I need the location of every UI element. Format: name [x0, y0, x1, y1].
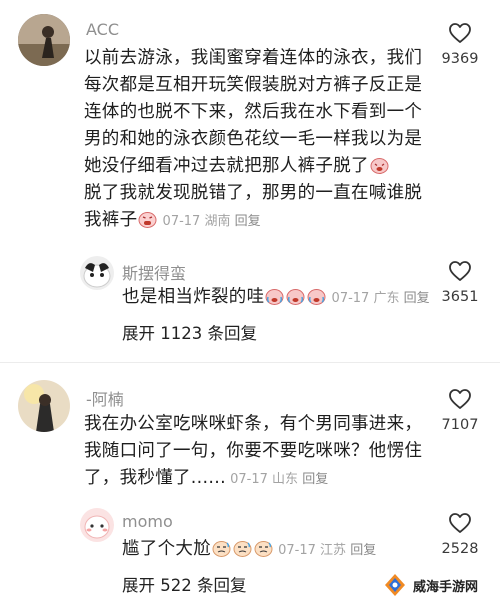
- comment-line: 我裤子 07-17 湖南 回复: [84, 207, 444, 235]
- reply-button[interactable]: 回复: [235, 214, 261, 229]
- like-count: 3651: [441, 289, 479, 305]
- like-button[interactable]: 3651: [432, 260, 488, 305]
- comment-line: 每次都是互相开玩笑假装脱对方裤子反正是: [84, 75, 423, 95]
- comment-line: 连体的也脱不下来，然后我在水下看到一个: [84, 102, 423, 122]
- comment-line: 男的和她的泳衣颜色花纹一毛一样我以为是: [84, 129, 423, 149]
- reply-body: 尴了个大尬 07-17 江苏 回复: [122, 536, 442, 564]
- reply-button[interactable]: 回复: [302, 472, 328, 487]
- avatar[interactable]: [18, 14, 70, 66]
- comment-body: 我在办公室吃咪咪虾条，有个男同事进来， 我随口问了一句，你要不要吃咪咪？他愣住 …: [84, 411, 444, 493]
- comment-meta: 07-17 湖南 回复: [158, 214, 261, 229]
- comment-line: 以前去游泳，我闺蜜穿着连体的泳衣，我们: [84, 48, 423, 68]
- comment-line-text: 了，我秒懂了......: [84, 468, 226, 488]
- comment-date-location: 07-17 山东: [230, 472, 299, 487]
- comment-line-text: 我裤子: [84, 210, 138, 230]
- comment-line: 了，我秒懂了...... 07-17 山东 回复: [84, 465, 444, 493]
- comment-username[interactable]: -阿楠: [86, 386, 124, 410]
- comment-body: 以前去游泳，我闺蜜穿着连体的泳衣，我们 每次都是互相开玩笑假装脱对方裤子反正是 …: [84, 45, 444, 235]
- comment-line: 我随口问了一句，你要不要吃咪咪？他愣住: [84, 441, 423, 461]
- avatar[interactable]: [18, 380, 70, 432]
- like-count: 2528: [441, 541, 479, 557]
- heart-outline-icon: [449, 389, 471, 409]
- reply-body: 也是相当炸裂的哇 07-17 广东 回复: [122, 284, 442, 312]
- comment-username[interactable]: ACC: [86, 20, 119, 39]
- comment-line: 脱了我就发现脱错了，那男的一直在喊谁脱: [84, 183, 423, 203]
- divider: [0, 362, 500, 363]
- reply-meta: 07-17 江苏 回复: [274, 543, 376, 558]
- laugh-cry-emoji: [265, 287, 284, 305]
- expand-replies-button[interactable]: 展开 522 条回复: [122, 572, 246, 596]
- heart-outline-icon: [449, 513, 471, 533]
- comment-line-text: 她没仔细看冲过去就把那人裤子脱了: [84, 156, 369, 176]
- watermark-logo-icon: [385, 574, 405, 596]
- comment-line: 她没仔细看冲过去就把那人裤子脱了: [84, 153, 444, 180]
- laugh-cry-emoji: [307, 287, 326, 305]
- heart-outline-icon: [449, 23, 471, 43]
- laugh-cry-emoji: [370, 156, 389, 174]
- comment-date-location: 07-17 湖南: [162, 214, 231, 229]
- reply-date-location: 07-17 广东: [331, 291, 400, 306]
- comment-item: ACC 以前去游泳，我闺蜜穿着连体的泳衣，我们 每次都是互相开玩笑假装脱对方裤子…: [0, 0, 500, 360]
- avatar[interactable]: [80, 508, 114, 542]
- comment-meta: 07-17 山东 回复: [226, 472, 328, 487]
- like-button[interactable]: 2528: [432, 512, 488, 557]
- reply-text: 也是相当炸裂的哇: [122, 287, 265, 307]
- like-count: 9369: [441, 51, 479, 67]
- watermark-text: 威海手游网: [413, 579, 479, 595]
- reply-button[interactable]: 回复: [404, 291, 430, 306]
- like-count: 7107: [441, 417, 479, 433]
- like-button[interactable]: 9369: [432, 22, 488, 67]
- comment-line: 我在办公室吃咪咪虾条，有个男同事进来，: [84, 414, 423, 434]
- awkward-emoji: [233, 539, 252, 557]
- site-watermark: 威海手游网: [376, 569, 492, 601]
- avatar[interactable]: [80, 256, 114, 290]
- reply-text: 尴了个大尬: [122, 539, 211, 559]
- awkward-emoji: [212, 539, 231, 557]
- crying-emoji: [138, 210, 157, 228]
- reply-meta: 07-17 广东 回复: [327, 291, 430, 306]
- laugh-cry-emoji: [286, 287, 305, 305]
- like-button[interactable]: 7107: [432, 388, 488, 433]
- reply-date-location: 07-17 江苏: [278, 543, 347, 558]
- reply-username[interactable]: momo: [122, 512, 173, 531]
- awkward-emoji: [254, 539, 273, 557]
- expand-replies-button[interactable]: 展开 1123 条回复: [122, 320, 257, 344]
- heart-outline-icon: [449, 261, 471, 281]
- reply-username[interactable]: 斯摆得蛮: [122, 260, 186, 284]
- reply-button[interactable]: 回复: [350, 543, 376, 558]
